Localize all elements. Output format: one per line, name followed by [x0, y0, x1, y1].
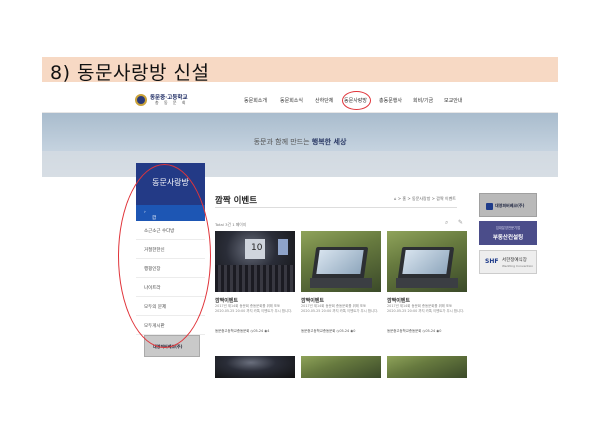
ad-banner-daeyoung[interactable]: 대영퍼버베코(주) [479, 193, 537, 217]
card-title[interactable]: 깜짝이벤트 [301, 297, 324, 304]
stage-screen-text: 10 [251, 243, 263, 253]
stage-screen: 10 [245, 239, 265, 259]
stage-side-screen [278, 239, 288, 255]
card-author: 동문중고등학교총동문회 [387, 329, 422, 333]
card-date: 05-24 [425, 329, 436, 333]
ad-banner-realestate[interactable]: 임대분양전문기업 부동산컨설팅 [479, 221, 537, 245]
hero-slogan-plain: 동문과 함께 만드는 [253, 138, 312, 146]
card-title[interactable]: 깜짝이벤트 [387, 297, 410, 304]
card-meta: 동문중고등학교총동문회 ◷05-24 ◉0 [301, 329, 356, 333]
breadcrumb: ⌂ > 홈 > 동문사랑방 > 깜짝 이벤트 [394, 196, 456, 201]
slide-heading: 8) 동문사랑방 신설 [50, 62, 210, 84]
card-author: 동문중고등학교총동문회 [301, 329, 336, 333]
menu-item-fees[interactable]: 회비/기금 [413, 97, 433, 104]
card-title[interactable]: 깜짝이벤트 [215, 297, 238, 304]
hero-slogan-bold: 행복한 세상 [311, 138, 347, 146]
card-thumbnail-partial[interactable] [215, 356, 295, 378]
laptop-keyboard [310, 278, 372, 288]
laptop-keyboard [396, 278, 458, 288]
laptop-screen [402, 250, 450, 274]
school-emblem-icon [135, 94, 147, 106]
card-thumbnail-auditorium[interactable]: 10 [215, 231, 295, 292]
card-date: 05-24 [339, 329, 350, 333]
menu-item-news[interactable]: 동문회소식 [280, 97, 303, 104]
edit-icon[interactable]: ✎ [458, 219, 463, 226]
site-logo[interactable]: 동문중·고등학교 총 동 문 회 [135, 93, 188, 109]
card-thumbnail-laptop[interactable] [387, 231, 467, 292]
laptop-screen [316, 250, 364, 274]
title-divider [215, 207, 457, 208]
company-logo-icon [486, 203, 493, 210]
ad-title: 서한정예식장 [502, 258, 527, 263]
ad-title: 부동산컨설팅 [492, 235, 524, 241]
slide-heading-bar: 8) 동문사랑방 신설 [42, 57, 558, 84]
top-navigation: 동문중·고등학교 총 동 문 회 동문회소개 동문회소식 산하단체 동문사랑방 … [42, 88, 558, 113]
ad-label: 대영퍼버베코(주) [495, 203, 525, 208]
card-views: 4 [267, 329, 270, 333]
hero-slogan: 동문과 함께 만드는 행복한 세상 [42, 137, 558, 147]
card-date: 05-24 [253, 329, 264, 333]
menu-item-school-info[interactable]: 모교안내 [444, 97, 462, 104]
menu-item-events[interactable]: 총동문행사 [379, 97, 402, 104]
menu-item-about[interactable]: 동문회소개 [244, 97, 267, 104]
page-title: 깜짝 이벤트 [215, 196, 258, 206]
sidebar-highlight-ellipse [118, 164, 211, 348]
card-meta: 동문중고등학교총동문회 ◷05-24 ◉4 [215, 329, 270, 333]
card-description: 2017년 제14회 동문회 총동문회를 위해 포토 2020.05.25 20… [215, 304, 293, 313]
card-description: 2017년 제14회 동문회 총동문회를 위해 포토 2020.05.25 20… [387, 304, 465, 313]
card-views: 0 [353, 329, 356, 333]
logo-line2: 총 동 문 회 [155, 100, 188, 105]
card-thumbnail-partial[interactable] [301, 356, 381, 378]
ad-subtitle: 임대분양전문기업 [495, 226, 521, 230]
menu-item-groups[interactable]: 산하단체 [315, 97, 333, 104]
ad-subtitle: Wedding Convention [502, 264, 534, 268]
total-count: Total 3건 1 페이지 [215, 222, 247, 227]
website-screenshot: 동문중·고등학교 총 동 문 회 동문회소개 동문회소식 산하단체 동문사랑방 … [42, 88, 558, 378]
card-thumbnail-partial[interactable] [387, 356, 467, 378]
ad-banner-wedding[interactable]: SHF 서한정예식장 Wedding Convention [479, 250, 537, 274]
ad-badge: SHF [485, 258, 499, 265]
card-description: 2017년 제14회 동문회 총동문회를 위해 포토 2020.05.25 20… [301, 304, 379, 313]
card-meta: 동문중고등학교총동문회 ◷05-24 ◉0 [387, 329, 442, 333]
audience [215, 265, 295, 292]
hero-band [42, 151, 558, 177]
card-author: 동문중고등학교총동문회 [215, 329, 250, 333]
search-icon[interactable]: ⌕ [445, 219, 448, 227]
menu-highlight-circle [342, 91, 371, 110]
card-thumbnail-laptop[interactable] [301, 231, 381, 292]
card-views: 0 [439, 329, 442, 333]
